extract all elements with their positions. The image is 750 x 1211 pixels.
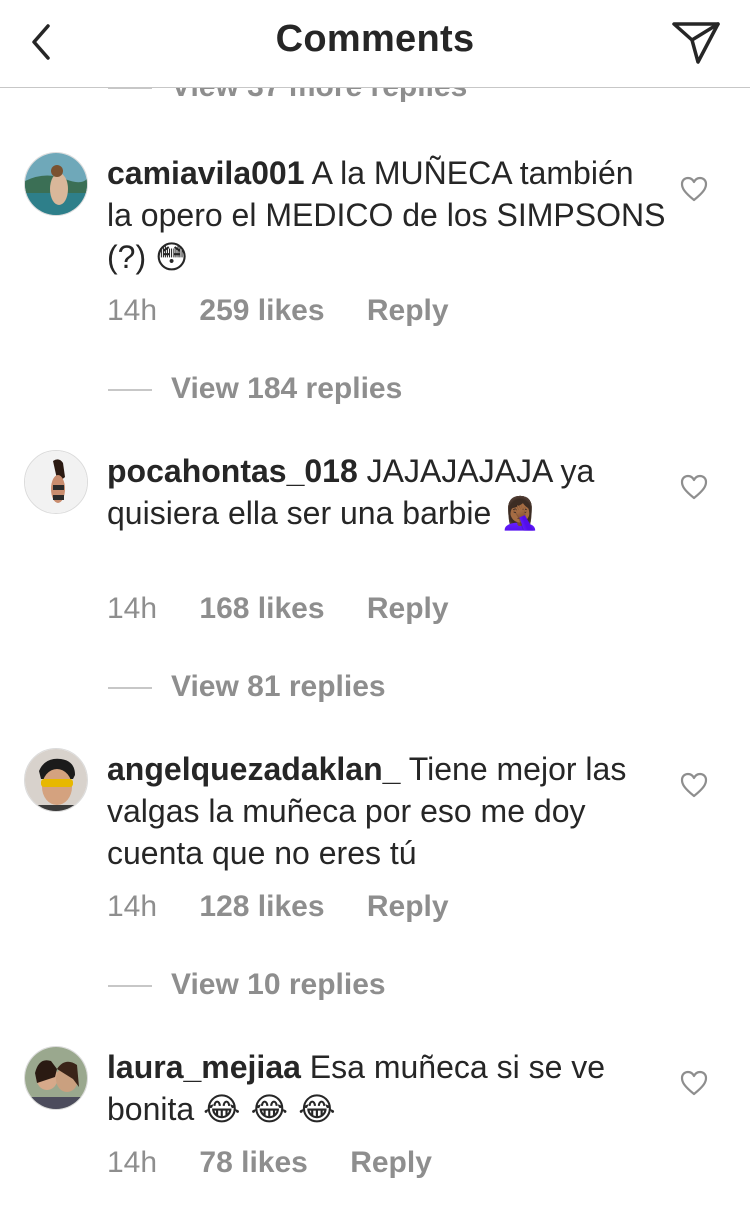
comment-username[interactable]: angelquezadaklan_ — [107, 751, 400, 787]
reply-button[interactable]: Reply — [367, 294, 449, 328]
comment-time: 14h — [107, 592, 158, 625]
comment-username[interactable]: laura_mejiaa — [107, 1049, 301, 1085]
avatar[interactable] — [24, 1046, 88, 1110]
facepalm-emoji: 🤦🏾‍♀️ — [500, 494, 540, 532]
comment-likes[interactable]: 168 likes — [199, 592, 324, 626]
comment-likes[interactable]: 259 likes — [199, 294, 324, 328]
comment-meta: 14h 128 likes Reply — [107, 890, 449, 924]
replies-divider — [108, 985, 152, 987]
paper-plane-icon[interactable] — [670, 18, 722, 68]
replies-divider — [108, 389, 152, 391]
view-replies-row[interactable]: View 10 replies — [0, 964, 750, 1008]
comment-meta: 14h 78 likes Reply — [107, 1146, 432, 1180]
heart-icon[interactable] — [680, 176, 708, 202]
heart-icon[interactable] — [680, 474, 708, 500]
avatar[interactable] — [24, 748, 88, 812]
view-replies-label[interactable]: View 81 replies — [171, 670, 386, 704]
comment-meta: 14h 168 likes Reply — [107, 592, 449, 626]
comment-text: angelquezadaklan_ Tiene mejor las valgas… — [107, 748, 667, 874]
comment-item: laura_mejiaa Esa muñeca si se ve bonita … — [0, 1046, 750, 1206]
comment-username[interactable]: pocahontas_018 — [107, 453, 358, 489]
replies-divider — [108, 687, 152, 689]
comment-item: angelquezadaklan_ Tiene mejor las valgas… — [0, 748, 750, 948]
avatar[interactable] — [24, 152, 88, 216]
comment-likes[interactable]: 78 likes — [199, 1146, 307, 1180]
comment-text: pocahontas_018 JAJAJAJAJA ya quisiera el… — [107, 450, 667, 534]
view-replies-row[interactable]: View 81 replies — [0, 666, 750, 710]
comment-time: 14h — [107, 294, 158, 327]
view-replies-row[interactable]: View 184 replies — [0, 368, 750, 412]
comment-item: camiavila001 A la MUÑECA también la oper… — [0, 152, 750, 352]
comment-username[interactable]: camiavila001 — [107, 155, 305, 191]
comment-likes[interactable]: 128 likes — [199, 890, 324, 924]
comment-text: camiavila001 A la MUÑECA también la oper… — [107, 152, 667, 278]
comment-time: 14h — [107, 1146, 158, 1179]
flushed-face-emoji: 😳 — [155, 238, 189, 276]
avatar[interactable] — [24, 450, 88, 514]
reply-button[interactable]: Reply — [350, 1146, 432, 1180]
heart-icon[interactable] — [680, 1070, 708, 1096]
view-replies-label[interactable]: View 184 replies — [171, 372, 402, 406]
tears-of-joy-emoji: 😂 😂 😂 — [203, 1090, 336, 1128]
reply-button[interactable]: Reply — [367, 592, 449, 626]
page-title: Comments — [275, 18, 475, 60]
comment-time: 14h — [107, 890, 158, 923]
reply-button[interactable]: Reply — [367, 890, 449, 924]
comment-meta: 14h 259 likes Reply — [107, 294, 449, 328]
comment-item: pocahontas_018 JAJAJAJAJA ya quisiera el… — [0, 450, 750, 650]
comment-text: laura_mejiaa Esa muñeca si se ve bonita … — [107, 1046, 667, 1130]
heart-icon[interactable] — [680, 772, 708, 798]
header-bar: Comments — [0, 0, 750, 88]
view-replies-label[interactable]: View 10 replies — [171, 968, 386, 1002]
